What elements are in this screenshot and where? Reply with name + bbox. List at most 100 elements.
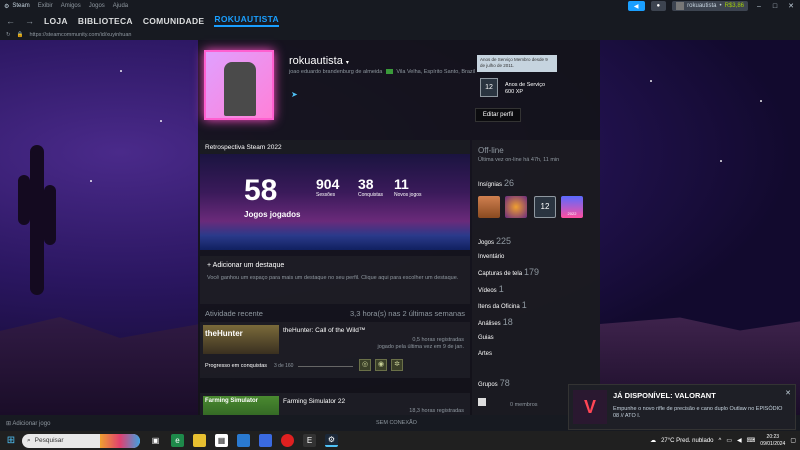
notification-toast[interactable]: V JÁ DISPONÍVEL: VALORANT Empunhe o novo… [568,384,796,430]
achievement-icon[interactable]: ◎ [359,359,371,371]
avatar-figure [224,62,256,116]
edge-icon[interactable]: e [171,434,184,447]
opera-icon[interactable] [281,434,294,447]
menu-jogos[interactable]: Jogos [89,3,105,9]
sidebar-item-videos[interactable]: Vídeos 1 [478,284,504,294]
achievement-icon[interactable]: ✲ [391,359,403,371]
search-input[interactable]: ⌕ Pesquisar [22,433,140,448]
real-name: joao eduardo brandenburg de almeida [289,69,383,75]
epic-games-icon[interactable]: E [303,434,316,447]
windows-taskbar: ⊞ ⌕ Pesquisar ▣ e ▦ E ⚙ ☁ 27°C Pred. nub… [0,431,800,450]
forward-arrow-icon[interactable]: → [25,16,34,26]
nav-biblioteca[interactable]: BIBLIOTECA [78,16,133,26]
sidebar-item-artwork[interactable]: Artes [478,351,492,357]
bell-icon: ● [656,3,661,9]
reload-icon[interactable]: ↻ [6,32,11,38]
game-name[interactable]: Farming Simulator 22 [283,398,345,405]
menu-exibir[interactable]: Exibir [38,3,53,9]
calendar-icon[interactable]: ▦ [215,434,228,447]
sidebar-item-guides[interactable]: Guias [478,335,494,341]
keyboard-icon[interactable]: ⌨ [747,437,756,444]
windows-start-icon[interactable]: ⊞ [4,434,18,448]
clock[interactable]: 20:23 09/01/2024 [760,434,785,448]
steam-logo-icon: ⚙ [4,3,10,10]
file-explorer-icon[interactable] [193,434,206,447]
add-game-button[interactable]: ⊞ Adicionar jogo [6,420,50,427]
chevron-down-icon: ▾ [345,60,349,66]
level-tooltip: Anos de Serviço Membro desde 9 de julho … [477,55,557,72]
game-name[interactable]: theHunter: Call of the Wild™ [283,327,365,334]
steam-taskbar-icon[interactable]: ⚙ [325,434,338,447]
retro-badge-icon[interactable]: 2022 [561,196,583,218]
volume-icon[interactable]: ◀ [737,437,742,444]
achievement-icon[interactable]: ◉ [375,359,387,371]
star-decoration [720,160,722,162]
valorant-icon: V [573,390,607,424]
wallet-balance: R$3,86 [724,3,744,9]
cactus-silhouette [30,145,44,295]
level-badge[interactable]: 12 [480,78,498,97]
url-text[interactable]: https://steamcommunity.com/id/xuyinhuan [29,32,131,38]
last-online: Última vez on-line há 47h, 11 min [478,157,560,163]
menu-ajuda[interactable]: Ajuda [113,3,128,9]
profile-subline: joao eduardo brandenburg de almeida Vila… [289,69,475,75]
connection-status: SEM CONEXÃO [376,420,417,426]
game-capsule[interactable]: theHunter [203,325,279,354]
sidebar-item-groups[interactable]: Grupos 78 [478,378,510,388]
minimize-icon[interactable]: – [754,3,764,10]
cursor-icon: ➤ [291,90,298,99]
weather-text[interactable]: 27°C Pred. nublado [661,438,713,444]
task-view-icon[interactable]: ▣ [149,434,162,447]
sidebar-item-workshop[interactable]: Itens da Oficina 1 [478,300,527,310]
star-decoration [650,80,652,82]
nav-loja[interactable]: LOJA [44,16,68,26]
desert-ground [0,317,200,415]
profile-panel: rokuautista ▾ joao eduardo brandenburg d… [198,40,600,425]
menu-amigos[interactable]: Amigos [61,3,81,9]
store-icon[interactable] [259,434,272,447]
cactus-silhouette [44,185,56,245]
badge-icon[interactable] [478,196,500,218]
achievement-progress-label: Progresso em conquistas [205,363,268,369]
brazil-flag-icon [385,69,393,75]
group-avatar[interactable] [478,398,486,406]
nav-profile[interactable]: ROKUAUTISTA [214,14,279,27]
years-badge-icon[interactable]: 12 [534,196,556,218]
achievement-progress-bar [298,366,353,367]
notifications-icon[interactable]: ▢ [790,437,796,444]
games-played-label: Jogos jogados [244,210,301,219]
mail-icon[interactable] [237,434,250,447]
profile-avatar[interactable] [204,50,274,120]
sidebar-item-screenshots[interactable]: Capturas de tela 179 [478,267,539,277]
retro-showcase[interactable]: Retrospectiva Steam 2022 58 Jogos jogado… [200,140,470,250]
steam-menu[interactable]: ⚙ Steam [4,3,30,10]
profile-name[interactable]: rokuautista ▾ [289,55,349,67]
online-status: Off-line [478,146,504,155]
cactus-silhouette [18,175,30,225]
achievements-stat: 38 Conquistas [358,176,384,198]
back-arrow-icon[interactable]: ← [6,16,15,26]
add-showcase[interactable]: + Adicionar um destaque Você ganhou um e… [200,256,470,304]
sidebar-item-inventory[interactable]: Inventário [478,254,504,260]
sidebar-item-games[interactable]: Jogos 225 [478,236,511,246]
account-menu[interactable]: rokuautista • R$3,86 [672,1,748,11]
nav-comunidade[interactable]: COMUNIDADE [143,16,205,26]
close-icon[interactable]: ✕ [785,389,791,397]
chevron-up-icon[interactable]: ^ [719,438,722,444]
steam-titlebar: ⚙ Steam Exibir Amigos Jogos Ajuda ◀ ● ro… [0,0,800,12]
edit-profile-button[interactable]: Editar perfil [475,108,521,122]
close-icon[interactable]: ✕ [786,2,796,10]
badge-icon[interactable] [505,196,527,218]
maximize-icon[interactable]: □ [770,3,780,10]
broadcast-button[interactable]: ◀ [627,1,645,11]
retro-header: Retrospectiva Steam 2022 [200,140,470,154]
notifications-button[interactable]: ● [650,1,667,11]
star-decoration [120,70,122,72]
sessions-stat: 904 Sessões [316,176,340,198]
badges-link[interactable]: Insígnias 26 [478,178,514,188]
sidebar-item-reviews[interactable]: Análises 18 [478,317,513,327]
network-icon[interactable]: ▭ [726,437,732,444]
game-hours: 0,5 horas registradas jogado pela última… [377,337,464,350]
avatar [676,2,685,10]
weather-icon: ☁ [650,438,657,444]
